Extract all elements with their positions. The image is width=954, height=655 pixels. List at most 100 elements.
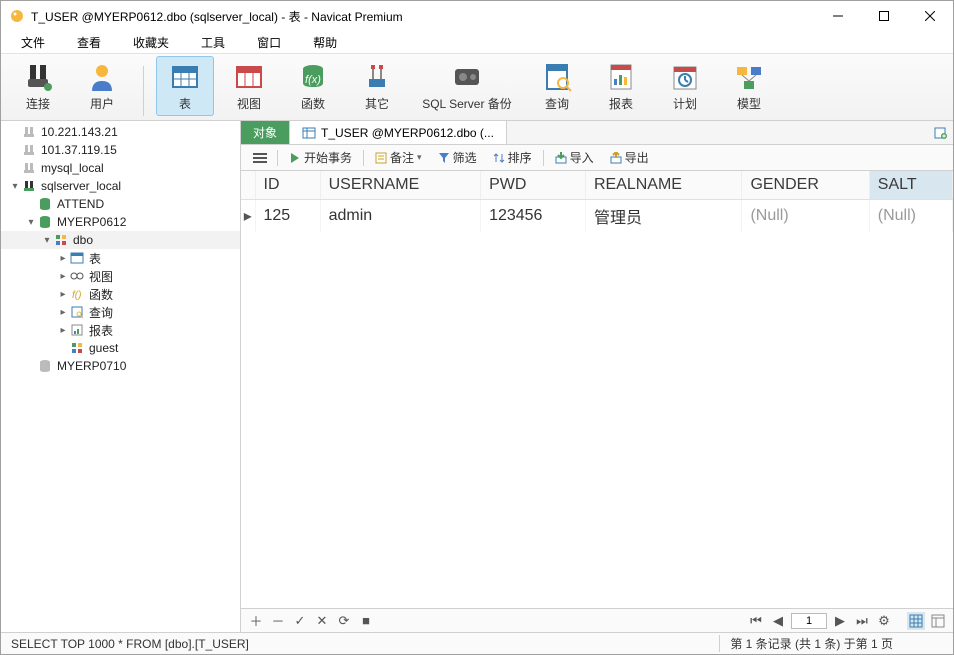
add-row-button[interactable]: ＋ [247,612,265,630]
menu-fav[interactable]: 收藏夹 [117,31,185,54]
toolbar-view-button[interactable]: 视图 [220,56,278,116]
tree-item-guest[interactable]: guest [1,339,240,357]
twist-icon[interactable]: ▸ [57,307,69,318]
hamburger-icon[interactable] [249,152,271,164]
vw-icon [69,268,85,284]
qry-icon [69,304,85,320]
toolbar-plan-button[interactable]: 计划 [656,56,714,116]
col-REALNAME[interactable]: REALNAME [585,171,742,199]
table-icon [169,61,201,93]
toolbar-func-button[interactable]: f(x)函数 [284,56,342,116]
db-icon [37,196,53,212]
toolbar-other-button[interactable]: 其它 [348,56,406,116]
tree-item-101.37.119.15[interactable]: 101.37.119.15 [1,141,240,159]
note-icon [375,152,387,164]
form-view-button[interactable] [929,612,947,630]
twist-icon[interactable]: ▾ [41,235,53,246]
memo-button[interactable]: 备注▾ [370,147,427,168]
menu-file[interactable]: 文件 [5,31,61,54]
tree-item-10.221.143.21[interactable]: 10.221.143.21 [1,123,240,141]
other-icon [361,61,393,93]
cell-GENDER[interactable]: (Null) [742,199,869,232]
toolbar-report-button[interactable]: 报表 [592,56,650,116]
cell-SALT[interactable]: (Null) [869,199,952,232]
col-ID[interactable]: ID [255,171,320,199]
model-icon [733,61,765,93]
tree-item-MYERP0710[interactable]: MYERP0710 [1,357,240,375]
first-page-button[interactable]: ⏮ [747,612,765,630]
begin-trans-button[interactable]: 开始事务 [284,147,357,168]
page-input[interactable] [791,613,827,629]
data-grid[interactable]: IDUSERNAMEPWDREALNAMEGENDERSALT ▸125admi… [241,171,953,608]
import-button[interactable]: 导入 [550,147,599,168]
import-icon [555,152,567,164]
fn-icon: f() [69,286,85,302]
twist-icon[interactable]: ▾ [9,181,21,192]
tree-item-ATTEND[interactable]: ATTEND [1,195,240,213]
tab-tuser[interactable]: T_USER @MYERP0612.dbo (... [290,121,507,144]
col-USERNAME[interactable]: USERNAME [320,171,480,199]
apply-button[interactable]: ✓ [291,612,309,630]
tree-item-MYERP0612[interactable]: ▾MYERP0612 [1,213,240,231]
tree-item-函数[interactable]: ▸f()函数 [1,285,240,303]
last-page-button[interactable]: ⏭ [853,612,871,630]
schema-icon [53,232,69,248]
tree-item-表[interactable]: ▸表 [1,249,240,267]
tab-objects[interactable]: 对象 [241,121,290,144]
menu-help[interactable]: 帮助 [297,31,353,54]
stop-button[interactable]: ■ [357,612,375,630]
maximize-button[interactable] [861,1,907,31]
menu-view[interactable]: 查看 [61,31,117,54]
export-icon [610,152,622,164]
menu-tools[interactable]: 工具 [185,31,241,54]
twist-icon[interactable]: ▸ [57,325,69,336]
cell-REALNAME[interactable]: 管理员 [585,199,742,232]
cell-USERNAME[interactable]: admin [320,199,480,232]
twist-icon[interactable]: ▾ [25,217,37,228]
status-sql: SELECT TOP 1000 * FROM [dbo].[T_USER] [1,637,719,651]
conn-off-icon [21,124,37,140]
tree-item-查询[interactable]: ▸查询 [1,303,240,321]
next-page-button[interactable]: ▶ [831,612,849,630]
menu-window[interactable]: 窗口 [241,31,297,54]
tree-item-报表[interactable]: ▸报表 [1,321,240,339]
twist-icon[interactable]: ▸ [57,253,69,264]
tree-item-视图[interactable]: ▸视图 [1,267,240,285]
cell-PWD[interactable]: 123456 [481,199,586,232]
col-SALT[interactable]: SALT [869,171,952,199]
close-button[interactable] [907,1,953,31]
page-settings-button[interactable]: ⚙ [875,612,893,630]
db-off-icon [37,358,53,374]
ops-bar: 开始事务 备注▾ 筛选 排序 导入 导出 [241,145,953,171]
tree-item-dbo[interactable]: ▾dbo [1,231,240,249]
toolbar-model-button[interactable]: 模型 [720,56,778,116]
cell-ID[interactable]: 125 [255,199,320,232]
toolbar-user-button[interactable]: 用户 [73,56,131,116]
tree-item-mysql_local[interactable]: mysql_local [1,159,240,177]
delete-row-button[interactable]: － [269,612,287,630]
table-row[interactable]: ▸125admin123456管理员(Null)(Null) [241,199,953,232]
toolbar-backup-button[interactable]: SQL Server 备份 [412,56,522,116]
prev-page-button[interactable]: ◀ [769,612,787,630]
status-bar: SELECT TOP 1000 * FROM [dbo].[T_USER] 第 … [1,632,953,654]
query-icon [541,61,573,93]
conn-icon [22,61,54,93]
tree-item-sqlserver_local[interactable]: ▾sqlserver_local [1,177,240,195]
export-button[interactable]: 导出 [605,147,654,168]
filter-button[interactable]: 筛选 [433,147,482,168]
toolbar-conn-button[interactable]: 连接 [9,56,67,116]
toolbar-query-button[interactable]: 查询 [528,56,586,116]
twist-icon[interactable]: ▸ [57,271,69,282]
grid-view-button[interactable] [907,612,925,630]
tab-add-icon[interactable] [929,121,953,144]
toolbar-table-button[interactable]: 表 [156,56,214,116]
cancel-button[interactable]: ✕ [313,612,331,630]
refresh-button[interactable]: ⟳ [335,612,353,630]
conn-off-icon [21,142,37,158]
minimize-button[interactable] [815,1,861,31]
sort-button[interactable]: 排序 [488,147,537,168]
twist-icon[interactable]: ▸ [57,289,69,300]
col-GENDER[interactable]: GENDER [742,171,869,199]
conn-on-icon [21,178,37,194]
col-PWD[interactable]: PWD [481,171,586,199]
